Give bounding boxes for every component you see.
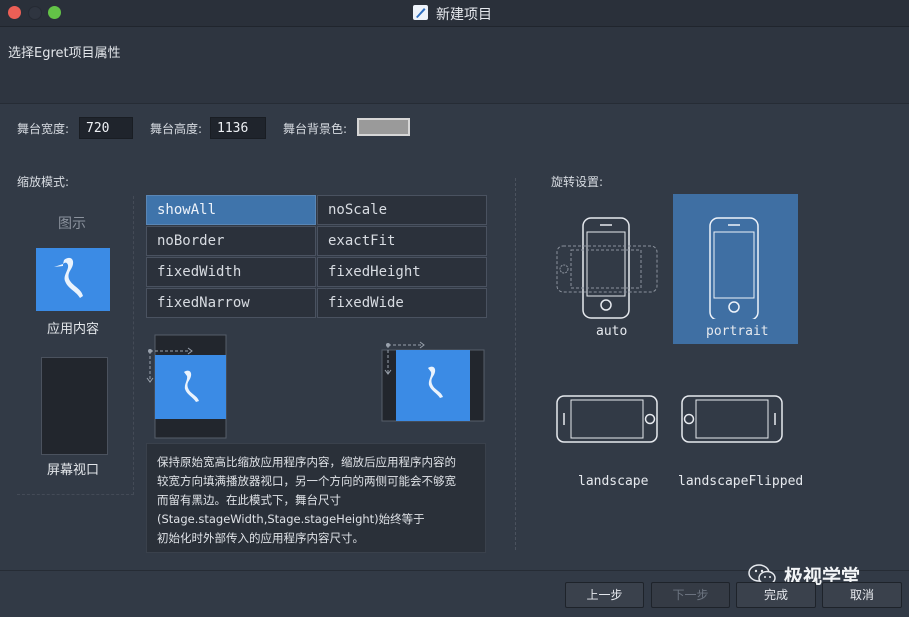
description-line: 较宽方向填满播放器视口，另一个方向的两侧可能会不够宽: [157, 474, 456, 488]
close-window-button[interactable]: [8, 6, 21, 19]
app-content-thumbnail: [36, 248, 110, 311]
screen-viewport-thumbnail: [41, 357, 108, 455]
description-line: 初始化时外部传入的应用程序内容尺寸。: [157, 531, 364, 545]
rotation-landscape-flipped-label[interactable]: landscapeFlipped: [678, 474, 803, 489]
rotation-portrait-option[interactable]: portrait: [673, 194, 798, 344]
scale-mode-label: 缩放模式:: [17, 175, 70, 189]
scale-mode-fixedwidth[interactable]: fixedWidth: [146, 257, 316, 287]
scale-mode-noscale[interactable]: noScale: [317, 195, 487, 225]
stage-bg-label: 舞台背景色:: [283, 122, 348, 136]
prev-step-button[interactable]: 上一步: [565, 582, 644, 608]
scale-mode-fixedheight[interactable]: fixedHeight: [317, 257, 487, 287]
rotation-portrait-label: portrait: [706, 324, 769, 339]
app-content-label: 应用内容: [47, 322, 100, 337]
description-line: 保持原始宽高比缩放应用程序内容，缩放后应用程序内容的: [157, 455, 456, 469]
stage-height-input[interactable]: 1136: [210, 117, 266, 139]
title-bar: 新建项目: [0, 0, 909, 27]
egret-bird-icon: [54, 257, 83, 298]
rotation-auto-icon[interactable]: [553, 210, 663, 320]
scale-mode-fixednarrow[interactable]: fixedNarrow: [146, 288, 316, 318]
scale-mode-showall[interactable]: showAll: [146, 195, 316, 225]
rotation-landscape-flipped-icon[interactable]: [680, 394, 786, 446]
window-title: 新建项目: [436, 7, 492, 23]
scale-mode-fixedwide[interactable]: fixedWide: [317, 288, 487, 318]
minimize-window-button[interactable]: [28, 6, 42, 20]
scale-mode-description: 保持原始宽高比缩放应用程序内容，缩放后应用程序内容的 较宽方向填满播放器视口，另…: [146, 443, 486, 553]
finish-button[interactable]: 完成: [736, 582, 816, 608]
egret-app-icon: [413, 5, 428, 20]
stage-height-label: 舞台高度:: [150, 122, 203, 136]
section-divider: [515, 178, 516, 550]
header-text: 选择Egret项目属性: [8, 46, 121, 61]
wizard-header: 选择Egret项目属性: [0, 27, 909, 104]
rotation-auto-label[interactable]: auto: [596, 324, 627, 339]
scale-mode-exactfit[interactable]: exactFit: [317, 226, 487, 256]
description-line: 而留有黑边。在此模式下，舞台尺寸: [157, 493, 341, 507]
legend-title: 图示: [58, 216, 86, 232]
stage-width-label: 舞台宽度:: [17, 122, 70, 136]
landscape-preview: [378, 338, 488, 423]
screen-viewport-label: 屏幕视口: [47, 463, 100, 478]
zoom-window-button[interactable]: [48, 6, 61, 19]
description-line: (Stage.stageWidth,Stage.stageHeight)始终等于: [157, 512, 425, 526]
rotation-landscape-label[interactable]: landscape: [578, 474, 648, 489]
next-step-button[interactable]: 下一步: [651, 582, 730, 608]
cancel-button[interactable]: 取消: [822, 582, 902, 608]
stage-bg-color-swatch[interactable]: [357, 118, 410, 136]
stage-width-input[interactable]: 720: [79, 117, 133, 139]
rotation-label: 旋转设置:: [551, 175, 604, 189]
portrait-preview: [144, 334, 234, 439]
rotation-landscape-icon[interactable]: [555, 394, 661, 446]
scale-mode-noborder[interactable]: noBorder: [146, 226, 316, 256]
